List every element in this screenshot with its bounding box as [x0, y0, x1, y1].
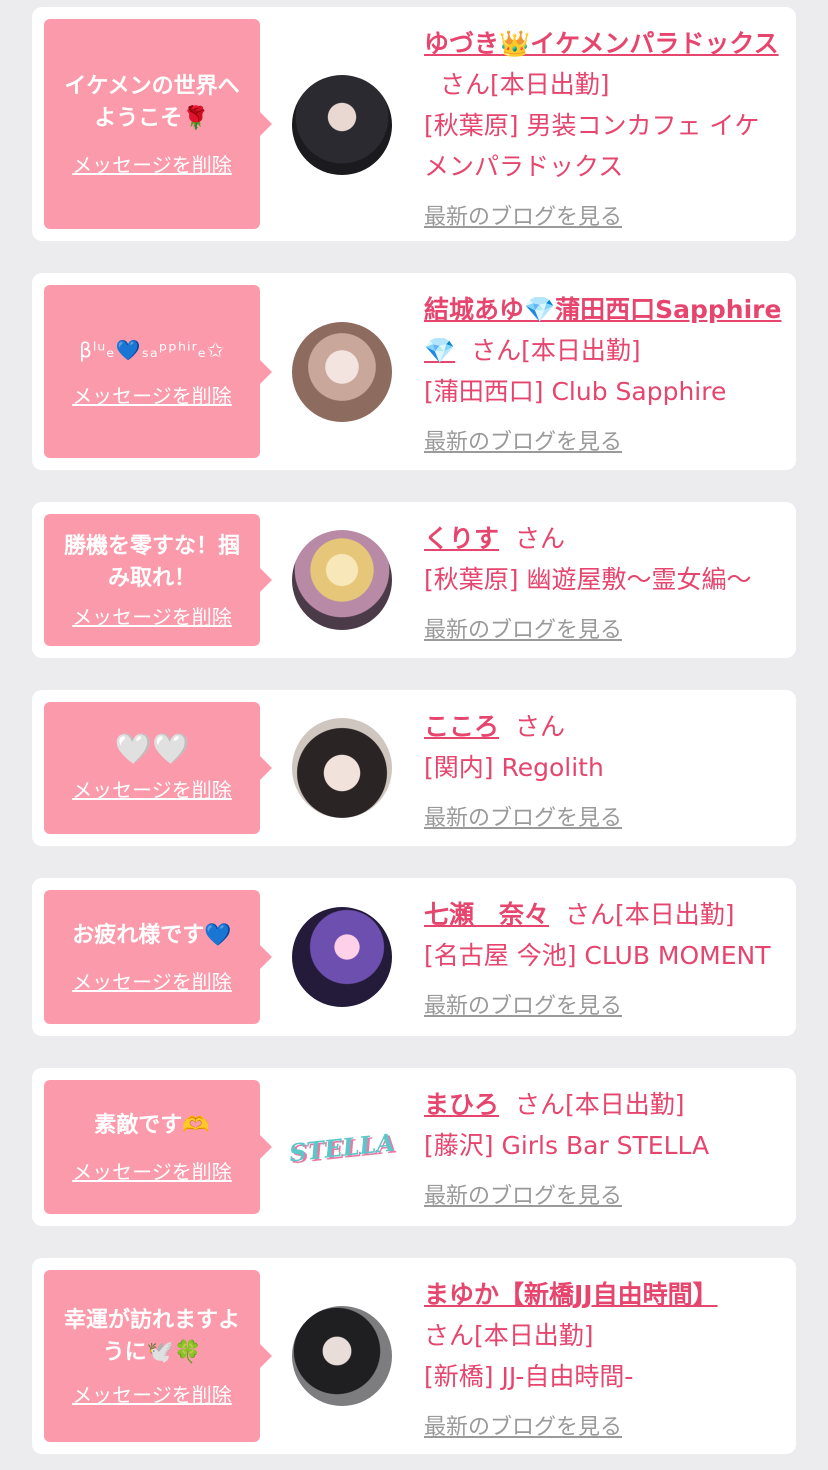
- message-text: お疲れ様です💙: [72, 922, 232, 948]
- latest-blog-link[interactable]: 最新のブログを見る: [424, 1407, 622, 1448]
- message-text: 勝機を零すな！掴み取れ！: [63, 533, 240, 591]
- message-text: 素敵です🫶: [94, 1112, 210, 1138]
- delete-message-link[interactable]: メッセージを削除: [72, 1379, 232, 1408]
- delete-message-link[interactable]: メッセージを削除: [72, 149, 232, 178]
- message-bubble: 勝機を零すな！掴み取れ！ メッセージを削除: [44, 514, 272, 646]
- message-card: お疲れ様です💙 メッセージを削除 七瀬 奈々 さん[本日出勤] [名古屋 今池] …: [32, 878, 796, 1036]
- message-text: 🤍🤍: [114, 731, 190, 767]
- message-bubble: βˡᵘₑ💙ₛₐᵖᵖʰⁱʳₑ✩ メッセージを削除: [44, 285, 272, 458]
- cast-suffix: さん[本日出勤]: [471, 336, 641, 365]
- cast-name-link[interactable]: 七瀬 奈々: [424, 900, 549, 929]
- cast-suffix: さん: [515, 524, 566, 553]
- latest-blog-link[interactable]: 最新のブログを見る: [424, 986, 622, 1027]
- message-bubble: イケメンの世界へようこそ🌹 メッセージを削除: [44, 19, 272, 229]
- delete-message-link[interactable]: メッセージを削除: [72, 380, 232, 409]
- message-bubble: お疲れ様です💙 メッセージを削除: [44, 890, 272, 1024]
- latest-blog-link[interactable]: 最新のブログを見る: [424, 1176, 622, 1217]
- avatar[interactable]: [292, 907, 392, 1007]
- cast-name-link[interactable]: こころ: [424, 712, 499, 741]
- message-bubble: 素敵です🫶 メッセージを削除: [44, 1080, 272, 1214]
- message-card: 🤍🤍 メッセージを削除 こころ さん [関内] Regolith 最新のブログを見…: [32, 690, 796, 846]
- message-card: 幸運が訪れますように🕊️🍀 メッセージを削除 まゆか【新橋JJ自由時間】 さん[…: [32, 1258, 796, 1454]
- shop-label: [名古屋 今池] CLUB MOMENT: [424, 941, 771, 970]
- cast-info: まひろ さん[本日出勤] [藤沢] Girls Bar STELLA 最新のブログ…: [424, 1084, 782, 1217]
- cast-suffix: さん[本日出勤]: [565, 900, 735, 929]
- delete-message-link[interactable]: メッセージを削除: [72, 601, 232, 630]
- delete-message-link[interactable]: メッセージを削除: [72, 1156, 232, 1185]
- cast-suffix: さん[本日出勤]: [440, 70, 610, 99]
- message-card: 勝機を零すな！掴み取れ！ メッセージを削除 くりす さん [秋葉原] 幽遊屋敷〜霊…: [32, 502, 796, 658]
- message-text: イケメンの世界へようこそ🌹: [64, 73, 240, 131]
- message-text: 幸運が訪れますように🕊️🍀: [63, 1307, 240, 1365]
- cast-name-link[interactable]: まひろ: [424, 1090, 499, 1119]
- cast-info: こころ さん [関内] Regolith 最新のブログを見る: [424, 706, 782, 839]
- cast-suffix: さん[本日出勤]: [424, 1321, 594, 1350]
- cast-info: 結城あゆ💎蒲田西口Sapphire💎 さん[本日出勤] [蒲田西口] Club S…: [424, 289, 782, 463]
- shop-label: [秋葉原] 幽遊屋敷〜霊女編〜: [424, 565, 752, 594]
- cast-name-link[interactable]: くりす: [424, 524, 499, 553]
- delete-message-link[interactable]: メッセージを削除: [72, 774, 232, 803]
- latest-blog-link[interactable]: 最新のブログを見る: [424, 422, 622, 463]
- message-card: イケメンの世界へようこそ🌹 メッセージを削除 ゆづき👑イケメンパラドックスさん[…: [32, 7, 796, 241]
- delete-message-link[interactable]: メッセージを削除: [72, 966, 232, 995]
- cast-suffix: さん[本日出勤]: [515, 1090, 685, 1119]
- cast-info: まゆか【新橋JJ自由時間】 さん[本日出勤] [新橋] JJ-自由時間- 最新の…: [424, 1274, 782, 1448]
- stella-logo[interactable]: STELLA: [288, 1097, 396, 1197]
- latest-blog-link[interactable]: 最新のブログを見る: [424, 197, 622, 238]
- cast-suffix: さん: [515, 712, 566, 741]
- cast-info: ゆづき👑イケメンパラドックスさん[本日出勤] [秋葉原] 男装コンカフェ イケメ…: [424, 23, 782, 238]
- shop-label: [新橋] JJ-自由時間-: [424, 1362, 634, 1391]
- logo-text: STELLA: [287, 1127, 397, 1167]
- latest-blog-link[interactable]: 最新のブログを見る: [424, 610, 622, 651]
- avatar[interactable]: [292, 718, 392, 818]
- avatar[interactable]: [292, 530, 392, 630]
- latest-blog-link[interactable]: 最新のブログを見る: [424, 798, 622, 839]
- shop-label: [秋葉原] 男装コンカフェ イケメンパラドックス: [424, 111, 760, 181]
- cast-name-link[interactable]: ゆづき👑イケメンパラドックス: [424, 29, 779, 58]
- message-bubble: 🤍🤍 メッセージを削除: [44, 702, 272, 834]
- cast-info: くりす さん [秋葉原] 幽遊屋敷〜霊女編〜 最新のブログを見る: [424, 518, 782, 651]
- avatar[interactable]: [292, 1306, 392, 1406]
- avatar[interactable]: [292, 322, 392, 422]
- message-bubble: 幸運が訪れますように🕊️🍀 メッセージを削除: [44, 1270, 272, 1442]
- shop-label: [蒲田西口] Club Sapphire: [424, 377, 727, 406]
- shop-label: [藤沢] Girls Bar STELLA: [424, 1131, 710, 1160]
- avatar[interactable]: [292, 75, 392, 175]
- cast-name-link[interactable]: まゆか【新橋JJ自由時間】: [424, 1280, 718, 1309]
- message-card: βˡᵘₑ💙ₛₐᵖᵖʰⁱʳₑ✩ メッセージを削除 結城あゆ💎蒲田西口Sapphir…: [32, 273, 796, 470]
- message-card: 素敵です🫶 メッセージを削除 STELLA まひろ さん[本日出勤] [藤沢] G…: [32, 1068, 796, 1226]
- cast-info: 七瀬 奈々 さん[本日出勤] [名古屋 今池] CLUB MOMENT 最新のブロ…: [424, 894, 782, 1027]
- shop-label: [関内] Regolith: [424, 753, 604, 782]
- message-text: βˡᵘₑ💙ₛₐᵖᵖʰⁱʳₑ✩: [79, 338, 225, 362]
